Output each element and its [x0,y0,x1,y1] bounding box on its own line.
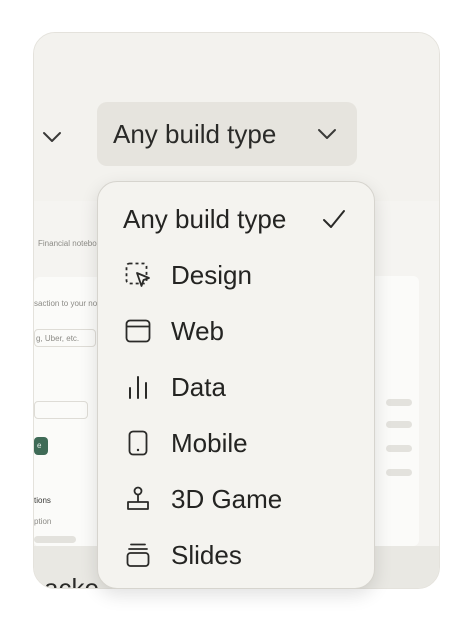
slides-stack-icon [124,541,152,569]
menu-item-label: Design [171,260,252,290]
preview-input-placeholder: g, Uber, etc. [36,334,80,343]
select-cursor-icon [124,261,152,289]
preview-section-title: tions [34,496,51,505]
preview-button-label: e [37,441,42,450]
preview-row-line [386,445,412,452]
preview-row-line [386,421,412,428]
menu-item-3d-game[interactable]: 3D Game [98,471,374,527]
menu-item-label: Slides [171,540,242,570]
menu-item-label: Any build type [123,204,287,234]
preview-row-line [386,469,412,476]
menu-item-web[interactable]: Web [98,303,374,359]
menu-item-slides[interactable]: Slides [98,527,374,583]
background-text-fragment: acke [44,573,99,589]
menu-item-label: 3D Game [171,484,283,514]
menu-item-label: Mobile [171,428,248,458]
preview-column-header: ption [34,517,52,526]
mobile-phone-icon [124,429,152,457]
bar-chart-icon [124,373,152,401]
filter-bar: Any build type [34,33,439,201]
check-icon [320,205,348,233]
preview-tab-text: Financial notebook [38,239,106,248]
joystick-icon [124,485,152,513]
build-type-dropdown[interactable]: Any build type [97,102,357,166]
chevron-down-icon [315,122,339,146]
menu-item-mobile[interactable]: Mobile [98,415,374,471]
preview-row-line [386,399,412,406]
build-type-menu: Any build type Design Web Data Mobile 3D… [97,181,375,589]
preview-input-2 [34,401,88,419]
preview-row-line [34,536,76,543]
menu-item-design[interactable]: Design [98,247,374,303]
menu-item-any-build-type[interactable]: Any build type [98,191,374,247]
menu-item-label: Web [171,316,224,346]
build-type-dropdown-label: Any build type [113,118,277,149]
browser-window-icon [124,317,152,345]
menu-item-label: Data [171,372,226,402]
chevron-down-icon[interactable] [40,125,64,149]
menu-item-data[interactable]: Data [98,359,374,415]
